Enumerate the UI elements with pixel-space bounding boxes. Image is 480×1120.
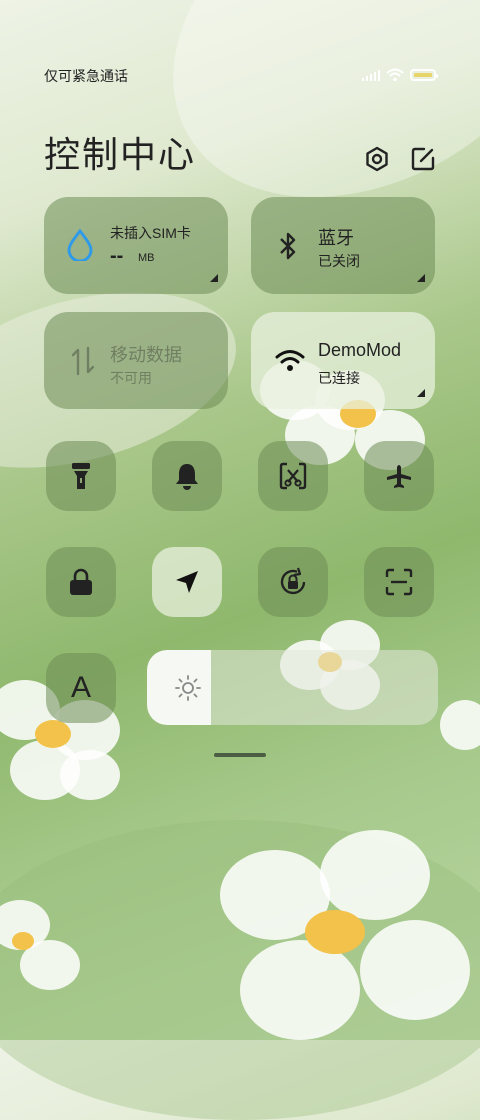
page-title: 控制中心: [44, 134, 197, 175]
mobile-data-status: 不可用: [110, 370, 152, 386]
wifi-status-icon: [386, 68, 404, 82]
lock-screen-toggle[interactable]: [46, 547, 116, 617]
scan-icon: [385, 568, 413, 596]
wifi-status: 已连接: [318, 370, 360, 386]
data-usage-tile[interactable]: 未插入SIM卡 -- MB: [44, 197, 228, 294]
battery-icon: [410, 69, 438, 81]
rotation-lock-icon: [280, 567, 306, 595]
data-value: --: [110, 245, 124, 267]
airplane-icon: [387, 465, 411, 488]
drag-handle[interactable]: [214, 753, 266, 757]
lock-icon: [70, 568, 92, 595]
water-drop-icon: [67, 229, 93, 261]
flashlight-icon: [72, 463, 90, 489]
mobile-data-tile[interactable]: 移动数据 不可用: [44, 312, 228, 409]
mute-toggle[interactable]: [152, 441, 222, 511]
sun-icon: [175, 675, 201, 701]
carrier-text: 仅可紧急通话: [44, 68, 128, 84]
expand-corner-icon: [417, 274, 425, 282]
bluetooth-status: 已关闭: [318, 253, 360, 269]
wifi-network-name: DemoMod: [318, 340, 402, 360]
mobile-data-icon: [72, 346, 94, 376]
bluetooth-tile[interactable]: 蓝牙 已关闭: [251, 197, 435, 294]
edit-icon[interactable]: [410, 146, 436, 172]
scan-toggle[interactable]: [364, 547, 434, 617]
airplane-toggle[interactable]: [364, 441, 434, 511]
font-size-label: A: [70, 671, 91, 704]
rotation-lock-toggle[interactable]: [258, 547, 328, 617]
font-size-button[interactable]: A: [46, 653, 116, 723]
screenshot-toggle[interactable]: [258, 441, 328, 511]
mobile-data-label: 移动数据: [110, 345, 182, 365]
location-toggle[interactable]: [152, 547, 222, 617]
settings-icon[interactable]: [364, 146, 390, 172]
wifi-icon: [275, 350, 305, 371]
bell-icon: [176, 464, 198, 490]
signal-icon: [362, 69, 380, 81]
sim-status-label: 未插入SIM卡: [110, 225, 191, 241]
flashlight-toggle[interactable]: [46, 441, 116, 511]
screenshot-icon: [279, 462, 307, 490]
wifi-tile[interactable]: DemoMod 已连接: [251, 312, 435, 409]
data-unit: MB: [138, 252, 155, 264]
expand-corner-icon: [417, 389, 425, 397]
status-bar: 仅可紧急通话: [44, 66, 438, 86]
location-icon: [176, 571, 198, 593]
brightness-slider[interactable]: [147, 650, 438, 725]
expand-corner-icon: [210, 274, 218, 282]
bluetooth-icon: [280, 232, 296, 260]
bluetooth-label: 蓝牙: [318, 228, 354, 248]
